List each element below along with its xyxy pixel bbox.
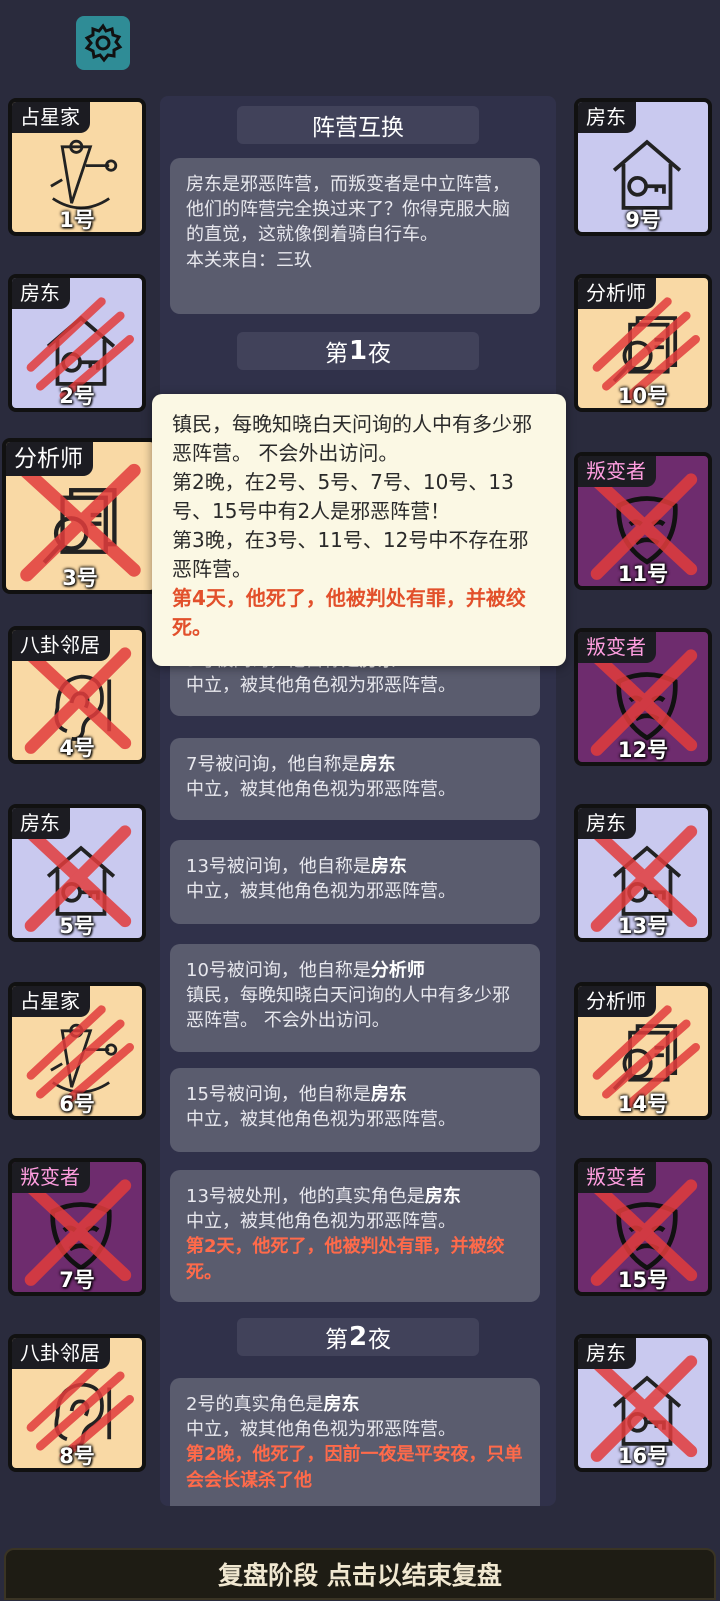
entry-role: 房东: [359, 754, 396, 775]
role-tag: 房东: [578, 808, 636, 839]
death-note: 第2晚，他死了，因前一夜是平安夜，只单会会长谋杀了他: [186, 1444, 523, 1491]
popup-line: 镇民，每晚知晓白天问询的人中有多少邪恶阵营。 不会外出访问。: [172, 412, 532, 465]
log-entry: 2号的真实角色是房东 中立，被其他角色视为邪恶阵营。 第2晚，他死了，因前一夜是…: [170, 1378, 540, 1506]
night-suffix: 夜: [368, 341, 392, 367]
role-tag: 叛变者: [578, 632, 656, 663]
log-entry: 15号被问询，他自称是房东 中立，被其他角色视为邪恶阵营。: [170, 1068, 540, 1152]
entry-role: 分析师: [370, 960, 425, 981]
log-entry: 7号被问询，他自称是房东 中立，被其他角色视为邪恶阵营。: [170, 738, 540, 820]
night-number: 2: [348, 1322, 368, 1352]
player-card-4[interactable]: 八卦邻居 4号: [8, 626, 146, 764]
role-tag: 房东: [12, 278, 70, 309]
intro-card: 房东是邪恶阵营，而叛变者是中立阵营，他们的阵营完全换过来了？你得克服大脑的直觉，…: [170, 158, 540, 314]
entry-body: 中立，被其他角色视为邪恶阵营。: [186, 881, 456, 903]
role-info-popup: 镇民，每晚知晓白天问询的人中有多少邪恶阵营。 不会外出访问。 第2晚，在2号、5…: [152, 394, 566, 666]
entry-body: 中立，被其他角色视为邪恶阵营。: [186, 675, 456, 697]
entry-body: 中立，被其他角色视为邪恶阵营。: [186, 1419, 456, 1441]
level-title: 阵营互换: [237, 106, 479, 144]
role-tag: 叛变者: [12, 1162, 90, 1193]
player-card-8[interactable]: 八卦邻居 8号: [8, 1334, 146, 1472]
player-card-1[interactable]: 占星家 1号: [8, 98, 146, 236]
entry-head: 2号的真实角色是: [186, 1394, 324, 1415]
night-prefix: 第: [324, 341, 348, 367]
entry-body: 中立，被其他角色视为邪恶阵营。: [186, 1109, 456, 1131]
entry-head: 13号被问询，他自称是: [186, 856, 371, 877]
player-card-3[interactable]: 分析师 3号: [2, 438, 158, 594]
role-tag: 八卦邻居: [12, 1338, 110, 1369]
role-tag: 分析师: [6, 442, 93, 477]
player-card-11[interactable]: 叛变者 11号: [574, 452, 712, 590]
entry-head: 10号被问询，他自称是: [186, 960, 371, 981]
player-card-15[interactable]: 叛变者 15号: [574, 1158, 712, 1296]
entry-role: 房东: [370, 1084, 407, 1105]
player-card-2[interactable]: 房东 2号: [8, 274, 146, 412]
popup-death-note: 第4天，他死了，他被判处有罪，并被绞死。: [172, 586, 526, 639]
end-review-button[interactable]: 复盘阶段 点击以结束复盘: [4, 1548, 716, 1600]
seat-number: 13号: [617, 914, 669, 938]
role-tag: 分析师: [578, 278, 656, 309]
seat-number: 7号: [59, 1268, 95, 1292]
entry-head: 13号被处刑，他的真实角色是: [186, 1186, 425, 1207]
role-tag: 占星家: [12, 986, 90, 1017]
player-card-12[interactable]: 叛变者 12号: [574, 628, 712, 766]
role-tag: 房东: [578, 102, 636, 133]
role-tag: 叛变者: [578, 1162, 656, 1193]
seat-number: 15号: [617, 1268, 669, 1292]
player-card-5[interactable]: 房东 5号: [8, 804, 146, 942]
player-card-7[interactable]: 叛变者 7号: [8, 1158, 146, 1296]
log-entry: 13号被处刑，他的真实角色是房东 中立，被其他角色视为邪恶阵营。 第2天，他死了…: [170, 1170, 540, 1302]
player-card-9[interactable]: 房东 9号: [574, 98, 712, 236]
popup-line: 第3晚，在3号、11号、12号中不存在邪恶阵营。: [172, 528, 529, 581]
seat-number: 16号: [617, 1444, 669, 1468]
seat-number: 9号: [625, 208, 661, 232]
intro-text: 房东是邪恶阵营，而叛变者是中立阵营，他们的阵营完全换过来了？你得克服大脑的直觉，…: [186, 174, 510, 246]
night-header-2: 第2夜: [237, 1318, 479, 1356]
seat-number: 1号: [59, 208, 95, 232]
gear-icon: [84, 23, 123, 63]
night-header-1: 第1夜: [237, 332, 479, 370]
entry-body: 中立，被其他角色视为邪恶阵营。: [186, 779, 456, 801]
role-tag: 分析师: [578, 986, 656, 1017]
player-card-6[interactable]: 占星家 6号: [8, 982, 146, 1120]
entry-head: 15号被问询，他自称是: [186, 1084, 371, 1105]
seat-number: 10号: [617, 384, 669, 408]
seat-number: 11号: [617, 562, 669, 586]
seat-number: 2号: [59, 384, 95, 408]
role-tag: 房东: [578, 1338, 636, 1369]
entry-body: 镇民，每晚知晓白天问询的人中有多少邪恶阵营。 不会外出访问。: [186, 985, 510, 1032]
settings-button[interactable]: [76, 16, 130, 70]
role-tag: 叛变者: [578, 456, 656, 487]
entry-body: 中立，被其他角色视为邪恶阵营。: [186, 1211, 456, 1233]
seat-number: 5号: [59, 914, 95, 938]
entry-role: 房东: [323, 1394, 360, 1415]
role-tag: 占星家: [12, 102, 90, 133]
seat-number: 4号: [59, 736, 95, 760]
player-card-14[interactable]: 分析师 14号: [574, 982, 712, 1120]
entry-role: 房东: [370, 856, 407, 877]
review-log[interactable]: 阵营互换 房东是邪恶阵营，而叛变者是中立阵营，他们的阵营完全换过来了？你得克服大…: [160, 96, 556, 1506]
seat-number: 14号: [617, 1092, 669, 1116]
seat-number: 8号: [59, 1444, 95, 1468]
seat-number: 6号: [59, 1092, 95, 1116]
popup-line: 第2晚，在2号、5号、7号、10号、13号、15号中有2人是邪恶阵营！: [172, 470, 514, 523]
role-tag: 房东: [12, 808, 70, 839]
role-tag: 八卦邻居: [12, 630, 110, 661]
entry-role: 房东: [424, 1186, 461, 1207]
night-number: 1: [348, 336, 368, 366]
seat-number: 3号: [62, 566, 98, 590]
player-card-13[interactable]: 房东 13号: [574, 804, 712, 942]
log-entry: 10号被问询，他自称是分析师 镇民，每晚知晓白天问询的人中有多少邪恶阵营。 不会…: [170, 944, 540, 1052]
death-note: 第2天，他死了，他被判处有罪，并被绞死。: [186, 1236, 505, 1283]
intro-source: 本关来自：三玖: [186, 249, 312, 271]
night-prefix: 第: [324, 1327, 348, 1353]
seat-number: 12号: [617, 738, 669, 762]
log-entry: 13号被问询，他自称是房东 中立，被其他角色视为邪恶阵营。: [170, 840, 540, 924]
entry-head: 7号被问询，他自称是: [186, 754, 360, 775]
player-card-10[interactable]: 分析师 10号: [574, 274, 712, 412]
night-suffix: 夜: [368, 1327, 392, 1353]
player-card-16[interactable]: 房东 16号: [574, 1334, 712, 1472]
